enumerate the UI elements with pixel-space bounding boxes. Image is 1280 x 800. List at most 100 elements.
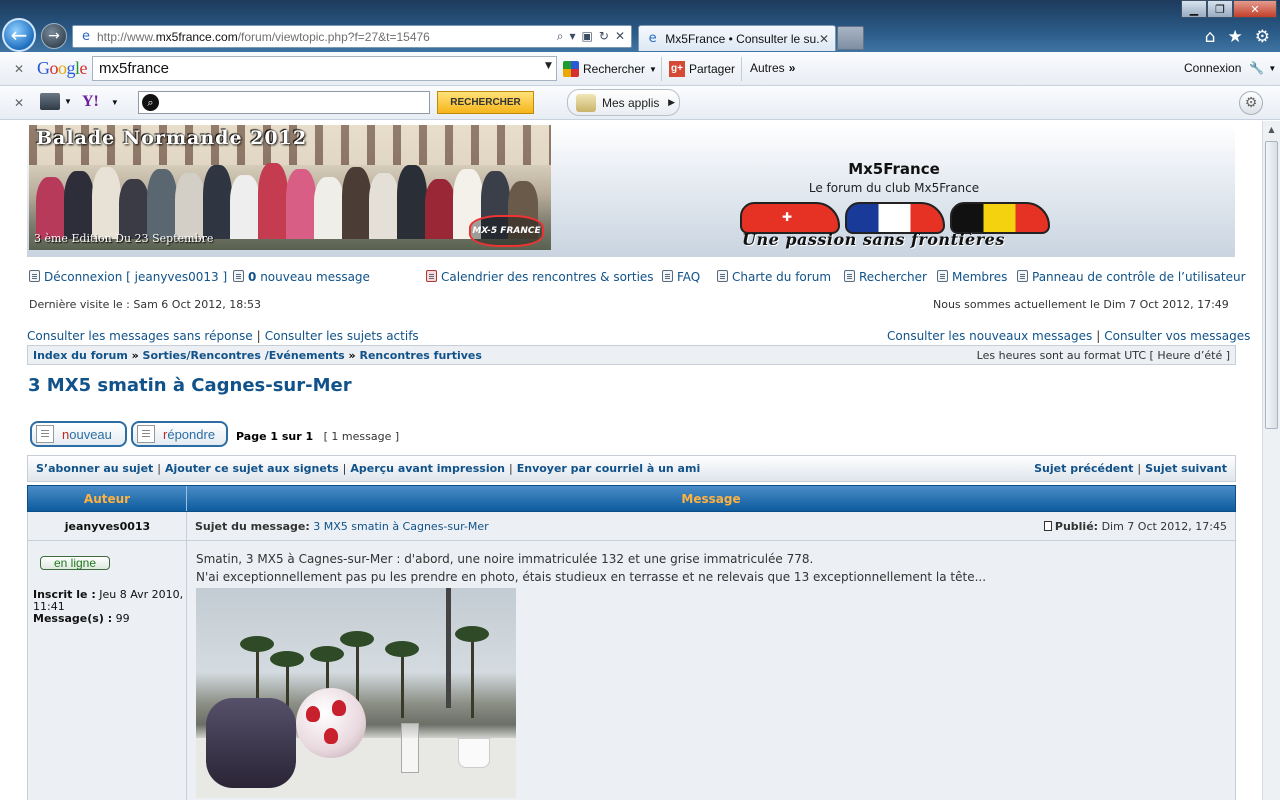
chevron-down-icon[interactable]: ▼ bbox=[545, 61, 552, 71]
print-preview-link[interactable]: Aperçu avant impression bbox=[350, 462, 505, 475]
author-info: Inscrit le : Jeu 8 Avr 2010, 11:41 Messa… bbox=[33, 588, 184, 625]
logout-link[interactable]: Déconnexion [ jeanyves0013 ] bbox=[29, 270, 227, 284]
post-subject-cell: Sujet du message: 3 MX5 smatin à Cagnes-… bbox=[187, 512, 1235, 540]
yahoo-search-button[interactable]: RECHERCHER bbox=[437, 91, 534, 114]
breadcrumb-index[interactable]: Index du forum bbox=[33, 349, 128, 362]
browser-icons: ⌂ ★ ⚙ bbox=[1205, 27, 1270, 47]
google-logo: Google bbox=[37, 58, 88, 78]
banner-subtitle: 3 ème Edition Du 23 Septembre bbox=[34, 232, 214, 245]
compat-icon[interactable]: ▣ bbox=[582, 29, 593, 44]
site-description: Le forum du club Mx5France bbox=[808, 181, 980, 195]
google-plus-icon: g+ bbox=[669, 61, 685, 77]
breadcrumb-category[interactable]: Sorties/Rencontres /Evénements bbox=[143, 349, 345, 362]
yahoo-button[interactable]: Y! ▼ bbox=[82, 93, 119, 111]
tab-close-icon[interactable]: ✕ bbox=[819, 32, 829, 46]
post-author-name[interactable]: jeanyves0013 bbox=[28, 520, 187, 533]
topic-tools-bar: S’abonner au sujet | Ajouter ce sujet aux… bbox=[27, 455, 1236, 482]
mx5-france-logo: MX-5 FRANCE bbox=[469, 215, 544, 247]
your-posts-link[interactable]: Consulter vos messages bbox=[1104, 329, 1250, 343]
ie-page-icon: e bbox=[82, 28, 90, 44]
close-window-button[interactable]: ✕ bbox=[1233, 0, 1277, 18]
tv-icon bbox=[40, 93, 60, 110]
toolbar-close-icon[interactable]: ✕ bbox=[14, 62, 24, 76]
toolbar-divider bbox=[741, 57, 742, 81]
maximize-button[interactable]: ❐ bbox=[1207, 0, 1233, 18]
search-link[interactable]: Rechercher bbox=[844, 270, 927, 284]
unanswered-link[interactable]: Consulter les messages sans réponse bbox=[27, 329, 253, 343]
post-text: Smatin, 3 MX5 à Cagnes-sur-Mer : d'abord… bbox=[196, 552, 987, 584]
google-multicolor-icon bbox=[563, 61, 579, 77]
address-bar[interactable]: e http://www.mx5france.com/forum/viewtop… bbox=[72, 25, 632, 48]
gear-icon: ⚙ bbox=[1244, 95, 1258, 111]
connexion-button[interactable]: Connexion 🔧 ▼ bbox=[1184, 61, 1276, 75]
more-button[interactable]: Autres » bbox=[750, 61, 795, 75]
web-page: Balade Normande 2012 3 ème Edition Du 23… bbox=[0, 121, 1262, 800]
stop-icon[interactable]: ✕ bbox=[615, 29, 625, 44]
new-posts-link[interactable]: Consulter les nouveaux messages bbox=[887, 329, 1092, 343]
email-friend-link[interactable]: Envoyer par courriel à un ami bbox=[517, 462, 701, 475]
post-author-cell: jeanyves0013 bbox=[28, 512, 187, 540]
new-topic-icon bbox=[36, 425, 54, 443]
posts-table-header: Auteur Message bbox=[27, 485, 1236, 512]
toolbar-close-icon[interactable]: ✕ bbox=[14, 96, 24, 110]
author-profile-cell: en ligne Inscrit le : Jeu 8 Avr 2010, 11… bbox=[28, 541, 187, 800]
yahoo-logo-icon: Y! bbox=[82, 93, 99, 110]
reply-button[interactable]: r épondre bbox=[131, 421, 228, 447]
message-column-header: Message bbox=[681, 491, 741, 506]
current-time: Nous sommes actuellement le Dim 7 Oct 20… bbox=[933, 298, 1229, 311]
new-tab-button[interactable] bbox=[837, 26, 864, 50]
forward-button[interactable]: → bbox=[41, 23, 67, 49]
address-url[interactable]: http://www.mx5france.com/forum/viewtopic… bbox=[97, 30, 430, 44]
google-search-button[interactable]: Rechercher ▼ bbox=[563, 61, 657, 77]
tools-gear-icon[interactable]: ⚙ bbox=[1255, 27, 1270, 47]
home-icon[interactable]: ⌂ bbox=[1205, 27, 1216, 47]
online-status-badge: en ligne bbox=[40, 556, 110, 570]
breadcrumb-forum[interactable]: Rencontres furtives bbox=[359, 349, 481, 362]
minimize-button[interactable]: ▁ bbox=[1181, 0, 1207, 18]
charter-link[interactable]: Charte du forum bbox=[717, 270, 831, 284]
info-icon bbox=[717, 270, 728, 282]
quick-links-right: Consulter les nouveaux messages | Consulte… bbox=[887, 329, 1251, 343]
next-topic-link[interactable]: Sujet suivant bbox=[1145, 462, 1227, 475]
bookmark-link[interactable]: Ajouter ce sujet aux signets bbox=[165, 462, 339, 475]
scrollbar-thumb[interactable] bbox=[1265, 141, 1278, 429]
window-controls: ▁ ❐ ✕ bbox=[1181, 0, 1277, 18]
members-link[interactable]: Membres bbox=[937, 270, 1007, 284]
vertical-scrollbar[interactable]: ▲ bbox=[1262, 121, 1280, 800]
dropdown-icon[interactable]: ▾ bbox=[570, 29, 576, 44]
yahoo-search-input[interactable]: ⌕ bbox=[138, 91, 430, 114]
tv-button[interactable]: ▼ bbox=[40, 93, 72, 110]
banner-image[interactable]: Balade Normande 2012 3 ème Edition Du 23… bbox=[29, 125, 551, 250]
previous-topic-link[interactable]: Sujet précédent bbox=[1034, 462, 1133, 475]
search-icon[interactable]: ⌕ bbox=[557, 29, 564, 44]
settings-gear-button[interactable]: ⚙ bbox=[1239, 91, 1263, 115]
my-apps-button[interactable]: Mes applis ▶ bbox=[567, 89, 680, 116]
share-button[interactable]: g+ Partager bbox=[669, 61, 735, 77]
refresh-icon[interactable]: ↻ bbox=[599, 29, 609, 44]
new-topic-button[interactable]: n ouveau bbox=[30, 421, 127, 447]
tab-favicon-icon: e bbox=[648, 30, 657, 46]
calendar-icon bbox=[426, 270, 437, 282]
new-messages-link[interactable]: 0 nouveau message bbox=[233, 270, 370, 284]
search-icon: ⌕ bbox=[142, 94, 159, 111]
post-content-cell: Smatin, 3 MX5 à Cagnes-sur-Mer : d'abord… bbox=[187, 541, 1235, 800]
active-topics-link[interactable]: Consulter les sujets actifs bbox=[265, 329, 419, 343]
help-icon bbox=[662, 270, 673, 282]
google-search-input[interactable]: mx5france bbox=[92, 56, 557, 81]
tab-title: Mx5France • Consulter le su... bbox=[665, 31, 819, 46]
scroll-up-icon[interactable]: ▲ bbox=[1263, 121, 1280, 138]
faq-link[interactable]: FAQ bbox=[662, 270, 700, 284]
ucp-link[interactable]: Panneau de contrôle de l’utilisateur bbox=[1017, 270, 1246, 284]
chevron-down-icon: ▼ bbox=[1268, 63, 1277, 73]
site-slogan: Une passion sans frontières bbox=[742, 230, 1005, 249]
chevron-down-icon: ▼ bbox=[110, 97, 119, 107]
back-button[interactable]: ← bbox=[2, 18, 36, 52]
subscribe-link[interactable]: S’abonner au sujet bbox=[36, 462, 153, 475]
browser-tab[interactable]: e Mx5France • Consulter le su... ✕ bbox=[638, 25, 836, 51]
favorites-star-icon[interactable]: ★ bbox=[1228, 27, 1243, 47]
post-photo[interactable] bbox=[196, 588, 516, 798]
topic-title[interactable]: 3 MX5 smatin à Cagnes-sur-Mer bbox=[28, 375, 352, 396]
chevron-down-icon: ▼ bbox=[64, 97, 72, 106]
wrench-icon: 🔧 bbox=[1249, 61, 1265, 75]
calendar-link[interactable]: Calendrier des rencontres & sorties bbox=[426, 270, 654, 284]
